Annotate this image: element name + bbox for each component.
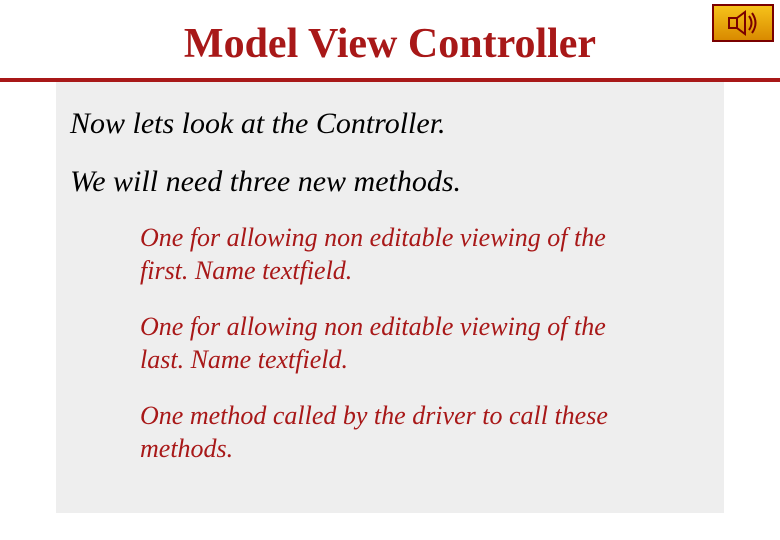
slide-content: Now lets look at the Controller. We will…	[56, 82, 724, 513]
sub-list: One for allowing non editable viewing of…	[70, 222, 710, 465]
lead-line-2: We will need three new methods.	[70, 164, 710, 200]
list-item: One for allowing non editable viewing of…	[140, 311, 610, 376]
audio-badge[interactable]	[712, 4, 774, 42]
list-item: One method called by the driver to call …	[140, 400, 610, 465]
list-item: One for allowing non editable viewing of…	[140, 222, 610, 287]
slide: Model View Controller Now lets look at t…	[0, 0, 780, 540]
speaker-icon	[723, 9, 763, 37]
slide-title: Model View Controller	[0, 0, 780, 78]
lead-line-1: Now lets look at the Controller.	[70, 106, 710, 142]
